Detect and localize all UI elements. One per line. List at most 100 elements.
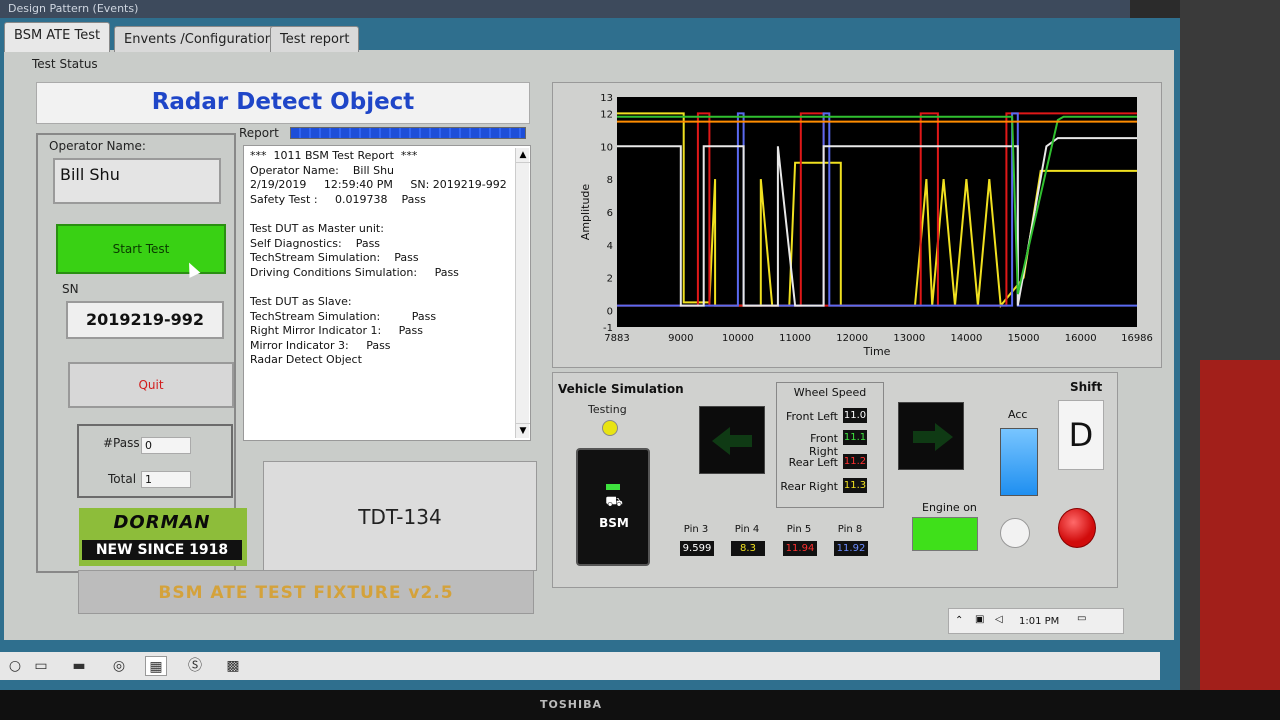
y-axis-label: Amplitude xyxy=(579,184,592,241)
file-explorer-icon[interactable]: ▬ xyxy=(68,656,90,676)
fixture-version-banner: BSM ATE TEST FIXTURE v2.5 xyxy=(78,570,534,614)
bsm-indicator-light xyxy=(606,484,620,490)
y-tick-label: 2 xyxy=(607,274,613,285)
window-title: Design Pattern (Events) xyxy=(0,0,1130,20)
pin-label: Pin 3 xyxy=(683,524,709,535)
wheel-speed-value: 11.1 xyxy=(843,430,867,445)
left-arrow-icon xyxy=(712,427,752,455)
vehicle-simulation-title: Vehicle Simulation xyxy=(558,382,684,396)
labview-app-icon[interactable]: ▦ xyxy=(145,656,167,676)
pin-value: 11.92 xyxy=(834,541,868,556)
acc-label: Acc xyxy=(1008,408,1028,421)
wheel-speed-value: 11.0 xyxy=(843,408,867,423)
monitor-bezel-bottom xyxy=(0,690,1280,720)
right-arrow-icon xyxy=(913,423,953,451)
y-tick-label: 12 xyxy=(600,109,613,120)
operator-label: Operator Name: xyxy=(49,139,146,153)
wheel-speed-value: 11.3 xyxy=(843,478,867,493)
start-test-button[interactable]: Start Test xyxy=(56,224,226,274)
pin-value: 8.3 xyxy=(731,541,765,556)
white-button[interactable] xyxy=(1000,518,1030,548)
report-label: Report xyxy=(239,126,279,140)
sn-field[interactable]: 2019219-992 xyxy=(66,301,224,339)
quit-button[interactable]: Quit xyxy=(68,362,234,408)
red-stop-button[interactable] xyxy=(1058,508,1096,548)
wheel-speed-label: Front Left xyxy=(785,410,838,423)
fixture-id-display: TDT-134 xyxy=(263,461,537,571)
acc-indicator xyxy=(1000,428,1038,496)
shift-label: Shift xyxy=(1070,380,1103,394)
amplitude-chart-panel: 7883 9000 10000 11000 12000 13000 14000 15000 16… xyxy=(552,82,1162,368)
browser-icon[interactable]: ◎ xyxy=(108,656,130,676)
skype-icon[interactable]: Ⓢ xyxy=(184,656,206,676)
plot-area xyxy=(617,97,1137,327)
y-tick-label: 13 xyxy=(600,93,613,104)
testing-led xyxy=(602,420,618,436)
notification-icon[interactable]: ▭ xyxy=(1077,613,1086,624)
tab-bsm-ate-test[interactable]: BSM ATE Test xyxy=(4,22,111,52)
pin-value: 9.599 xyxy=(680,541,714,556)
operator-name-field[interactable]: Bill Shu xyxy=(53,158,221,204)
y-tick-label: 6 xyxy=(607,208,613,219)
x-tick-label: 9000 xyxy=(668,333,693,344)
wheel-speed-label: Rear Left xyxy=(788,456,838,469)
y-tick-label: 8 xyxy=(607,175,613,186)
clock[interactable]: 1:01 PM xyxy=(1019,616,1059,627)
wheel-speed-value: 11.2 xyxy=(843,454,867,469)
pin-label: Pin 4 xyxy=(734,524,760,535)
x-tick-label: 15000 xyxy=(1008,333,1040,344)
logo-tagline: NEW SINCE 1918 xyxy=(82,540,242,560)
y-tick-label: -1 xyxy=(603,323,613,334)
shift-display: D xyxy=(1058,400,1104,470)
volume-icon[interactable]: ◁ xyxy=(995,614,1003,625)
x-tick-label: 14000 xyxy=(951,333,983,344)
x-tick-label: 16000 xyxy=(1065,333,1097,344)
report-scrollbar[interactable]: ▲ ▼ xyxy=(515,148,530,438)
start-icon[interactable]: ○ xyxy=(4,656,26,676)
logo-wordmark: DORMAN xyxy=(113,512,211,533)
status-banner: Radar Detect Object xyxy=(36,82,530,124)
y-tick-label: 10 xyxy=(600,142,613,153)
amplitude-chart: 7883 9000 10000 11000 12000 13000 14000 15000 16… xyxy=(579,93,1153,358)
x-tick-label: 12000 xyxy=(836,333,868,344)
y-tick-label: 0 xyxy=(607,307,613,318)
test-status-label: Test Status xyxy=(32,57,98,71)
tab-events-configuration[interactable]: Envents /Configuration xyxy=(114,26,283,52)
tab-test-report[interactable]: Test report xyxy=(270,26,360,52)
left-blind-spot-indicator xyxy=(699,406,765,474)
network-icon[interactable]: ▣ xyxy=(975,614,984,625)
bsm-label: BSM xyxy=(599,516,629,530)
total-count-label: Total xyxy=(108,472,137,486)
report-textarea[interactable]: *** 1011 BSM Test Report *** Operator Na… xyxy=(243,145,531,441)
testing-label: Testing xyxy=(588,403,627,416)
monitor-brand: TOSHIBA xyxy=(540,698,602,711)
room-background xyxy=(1180,0,1280,720)
system-tray: ⌃ ▣ ◁ 1:01 PM ▭ xyxy=(948,608,1124,634)
scroll-down-icon[interactable]: ▼ xyxy=(516,423,530,438)
x-tick-label: 10000 xyxy=(722,333,754,344)
right-blind-spot-indicator xyxy=(898,402,964,470)
task-view-icon[interactable]: ▭ xyxy=(30,656,52,676)
report-progress-bar xyxy=(290,127,526,139)
car-icon: ⛟ xyxy=(605,494,623,510)
progress-fill xyxy=(291,128,525,138)
wheel-speed-title: Wheel Speed xyxy=(793,386,867,399)
total-count-field[interactable]: 1 xyxy=(141,471,191,488)
wheel-speed-label: Rear Right xyxy=(780,480,838,493)
app-icon[interactable]: ▩ xyxy=(222,656,244,676)
wheel-speed-label: Front Right xyxy=(809,432,838,458)
chevron-up-icon[interactable]: ⌃ xyxy=(955,615,963,626)
pass-count-label: #Pass xyxy=(103,436,140,450)
pass-count-field[interactable]: 0 xyxy=(141,437,191,454)
sn-label: SN xyxy=(62,282,79,296)
pin-label: Pin 5 xyxy=(786,524,812,535)
x-tick-label: 16986 xyxy=(1121,333,1153,344)
scroll-up-icon[interactable]: ▲ xyxy=(516,148,530,163)
engine-on-label: Engine on xyxy=(922,501,977,514)
pin-value: 11.94 xyxy=(783,541,817,556)
x-tick-label: 7883 xyxy=(604,333,629,344)
pin-label: Pin 8 xyxy=(837,524,863,535)
engine-on-indicator xyxy=(912,517,978,551)
x-tick-label: 11000 xyxy=(779,333,811,344)
y-tick-label: 4 xyxy=(607,241,613,252)
